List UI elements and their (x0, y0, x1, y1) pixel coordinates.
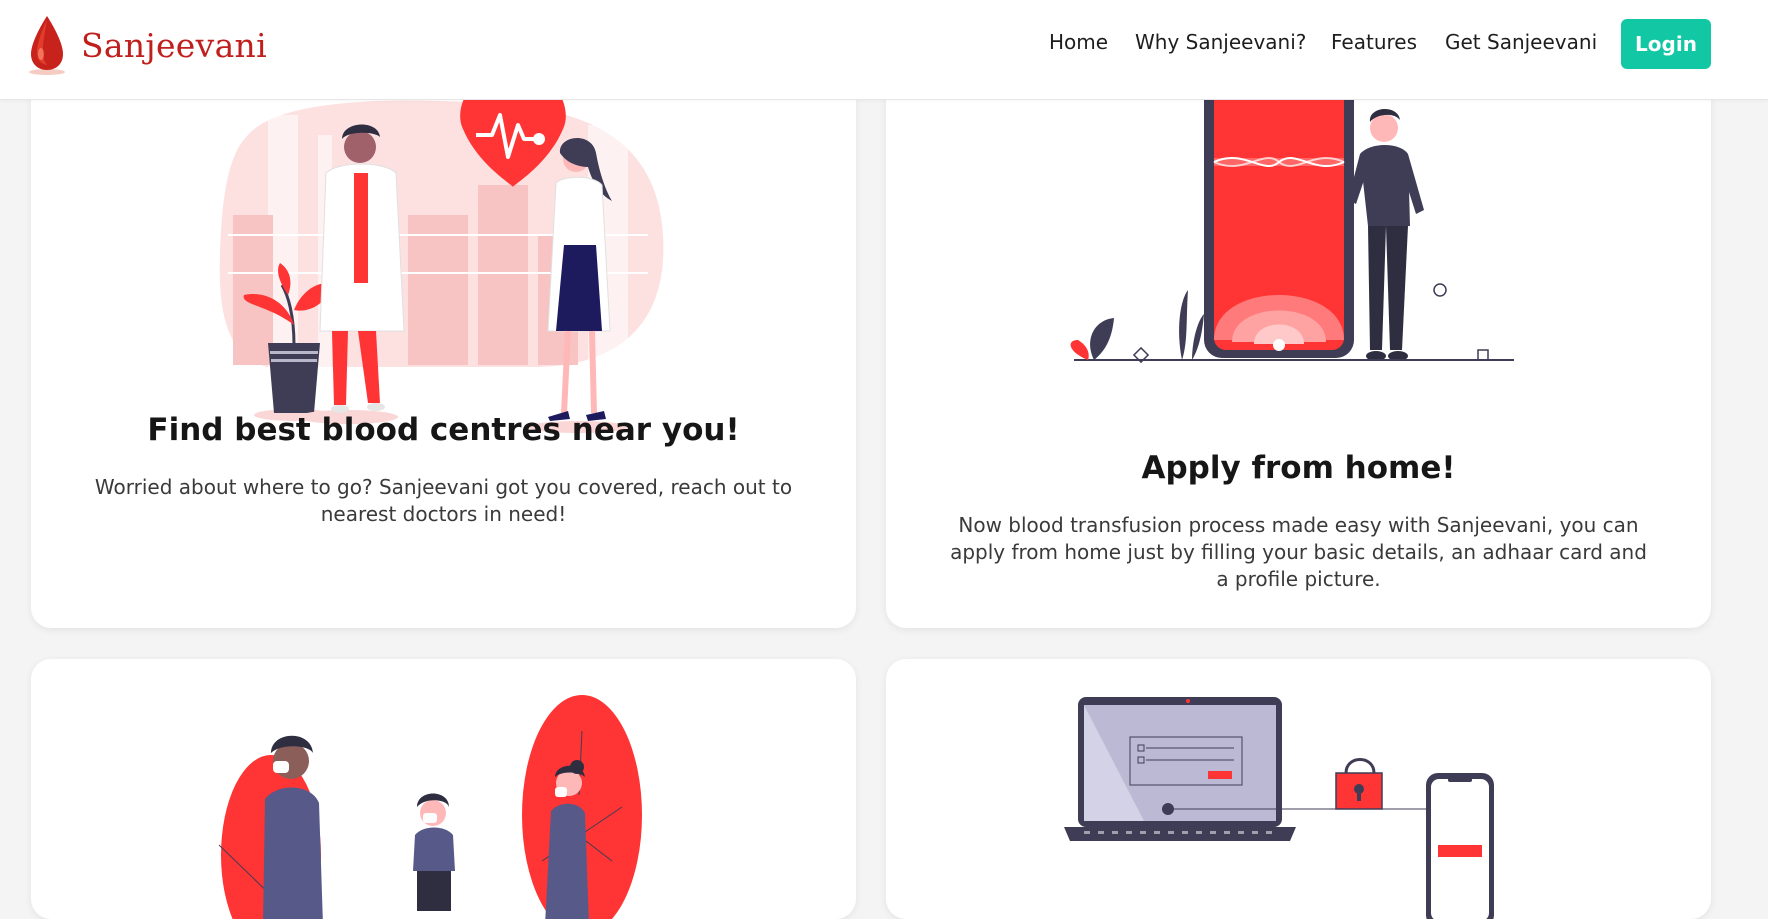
doctors-heart-illustration (219, 95, 664, 433)
login-button[interactable]: Login (1621, 19, 1711, 69)
feature-card-secure (886, 659, 1711, 919)
blood-drop-icon (29, 16, 65, 75)
nav-get-sanjeevani[interactable]: Get Sanjeevani (1445, 30, 1597, 54)
card-text: Worried about where to go? Sanjeevani go… (94, 475, 793, 526)
feature-card-apply-from-home: Apply from home! Now blood transfusion p… (886, 50, 1711, 628)
nav-home[interactable]: Home (1049, 30, 1108, 54)
navbar: Sanjeevani Home Why Sanjeevani? Features… (0, 0, 1768, 100)
card-title: Apply from home! (1141, 450, 1456, 486)
feature-card-people (31, 659, 856, 919)
feature-card-blood-centres: Find best blood centres near you! Worrie… (31, 50, 856, 628)
brand-name: Sanjeevani (81, 25, 267, 65)
secure-login-illustration (1064, 697, 1494, 919)
nav-features[interactable]: Features (1331, 30, 1417, 54)
brand-logo[interactable]: Sanjeevani (25, 10, 267, 80)
people-masks-illustration (218, 695, 642, 919)
card-text: Now blood transfusion process made easy … (950, 513, 1647, 591)
nav-why-sanjeevani[interactable]: Why Sanjeevani? (1135, 30, 1306, 54)
card-title: Find best blood centres near you! (147, 412, 740, 448)
